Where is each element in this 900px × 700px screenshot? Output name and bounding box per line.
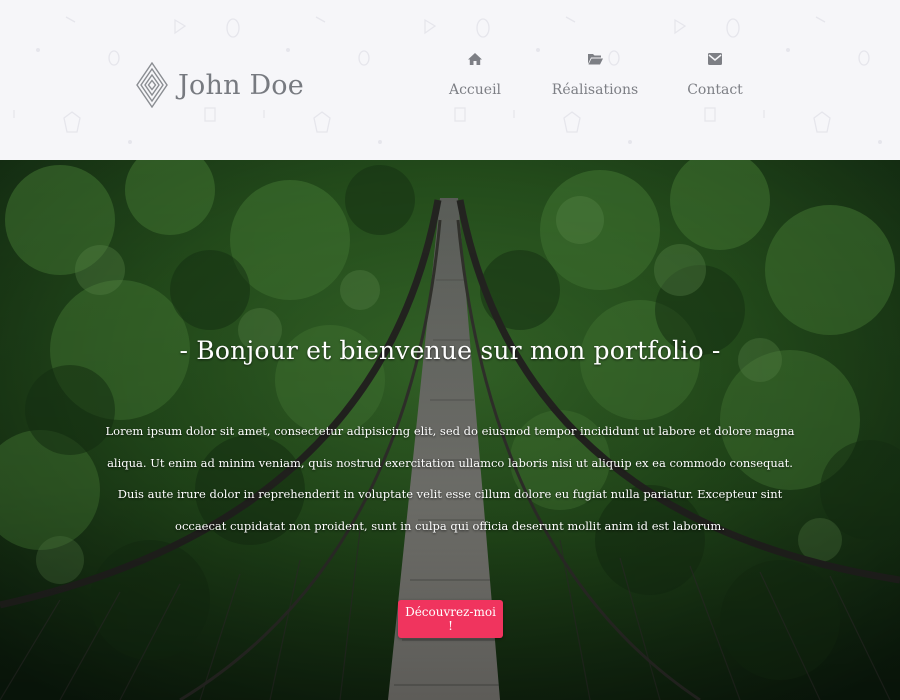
hero-title: - Bonjour et bienvenue sur mon portfolio… bbox=[179, 336, 721, 365]
site-header: John Doe Accueil Réalisations Contact bbox=[0, 0, 900, 160]
home-icon bbox=[468, 53, 482, 65]
nav-label: Accueil bbox=[448, 82, 502, 98]
folder-icon bbox=[588, 54, 603, 65]
hero-description: Lorem ipsum dolor sit amet, consectetur … bbox=[105, 424, 795, 533]
discover-me-button[interactable]: Découvrez-moi ! bbox=[398, 600, 503, 638]
diamond-logo-icon bbox=[136, 62, 168, 108]
nav-item-realisations[interactable]: Réalisations bbox=[550, 50, 640, 98]
nav-label: Contact bbox=[687, 82, 743, 98]
nav-item-accueil[interactable]: Accueil bbox=[430, 50, 520, 98]
logo-text: John Doe bbox=[178, 69, 304, 101]
hero-section: - Bonjour et bienvenue sur mon portfolio… bbox=[0, 160, 900, 700]
envelope-icon bbox=[708, 53, 722, 65]
nav-item-contact[interactable]: Contact bbox=[670, 50, 760, 98]
logo[interactable]: John Doe bbox=[136, 62, 304, 108]
main-nav: Accueil Réalisations Contact bbox=[430, 50, 760, 98]
hero-content: - Bonjour et bienvenue sur mon portfolio… bbox=[0, 160, 900, 700]
nav-label: Réalisations bbox=[551, 82, 639, 98]
